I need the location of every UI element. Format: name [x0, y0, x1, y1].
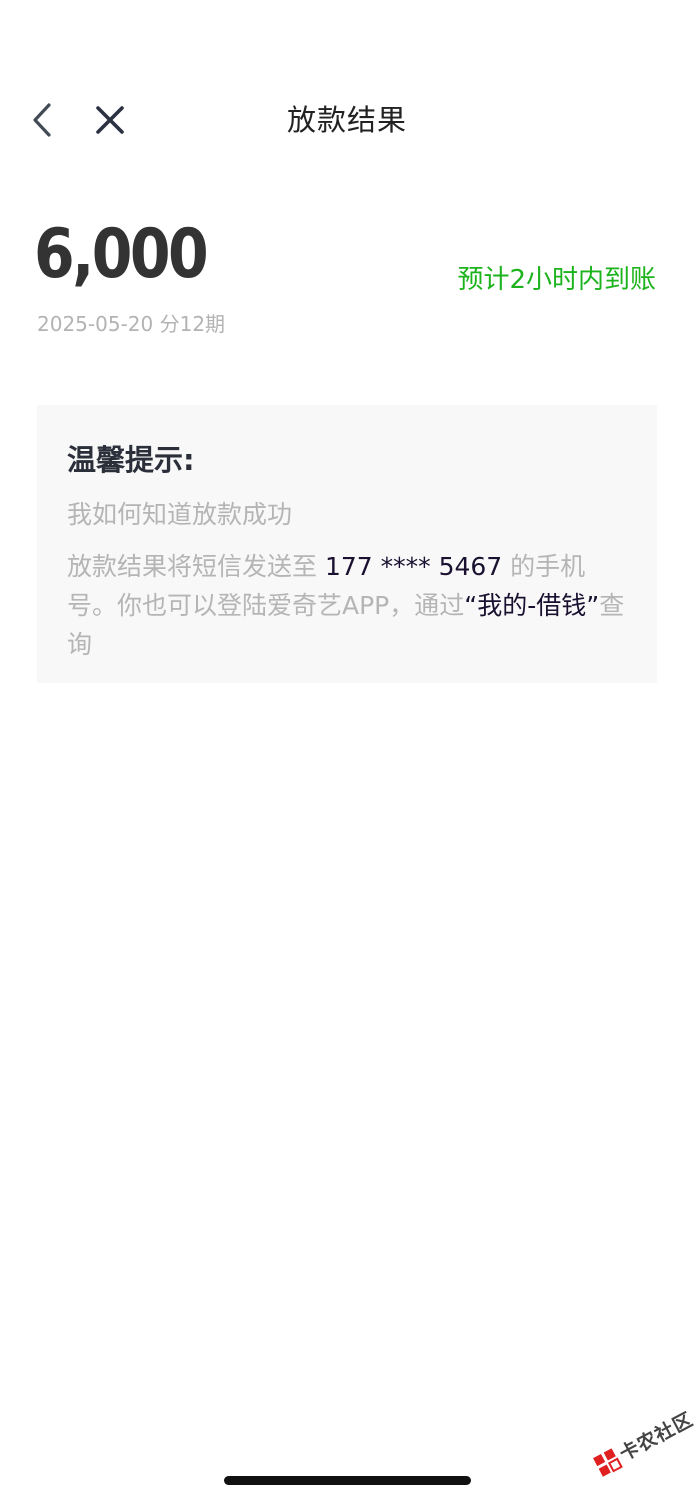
home-indicator[interactable]: [224, 1476, 471, 1485]
loan-installments: 分12期: [159, 312, 226, 336]
community-watermark: 卡农社区: [584, 1398, 694, 1498]
tip-body-part1: 放款结果将短信发送至: [67, 552, 318, 581]
loan-amount: 6,000: [34, 215, 209, 294]
tip-card: 温馨提示: 我如何知道放款成功 放款结果将短信发送至 177 **** 5467…: [37, 405, 657, 683]
tip-question: 我如何知道放款成功: [67, 500, 293, 529]
page-title: 放款结果: [286, 103, 407, 137]
tip-body: 放款结果将短信发送至 177 **** 5467 的手机号。你也可以登陆爱奇艺A…: [67, 547, 627, 664]
phone-number: 177 **** 5467: [324, 552, 503, 581]
arrival-estimate: 预计2小时内到账: [457, 265, 656, 295]
tip-title: 温馨提示:: [67, 443, 195, 477]
loan-meta: 2025-05-20 分12期: [37, 308, 225, 340]
loan-date: 2025-05-20: [37, 312, 154, 336]
app-path-label: “我的-借钱”: [464, 591, 600, 620]
navigation-bar: 放款结果: [0, 80, 694, 160]
watermark-text: 卡农社区: [616, 1408, 694, 1466]
